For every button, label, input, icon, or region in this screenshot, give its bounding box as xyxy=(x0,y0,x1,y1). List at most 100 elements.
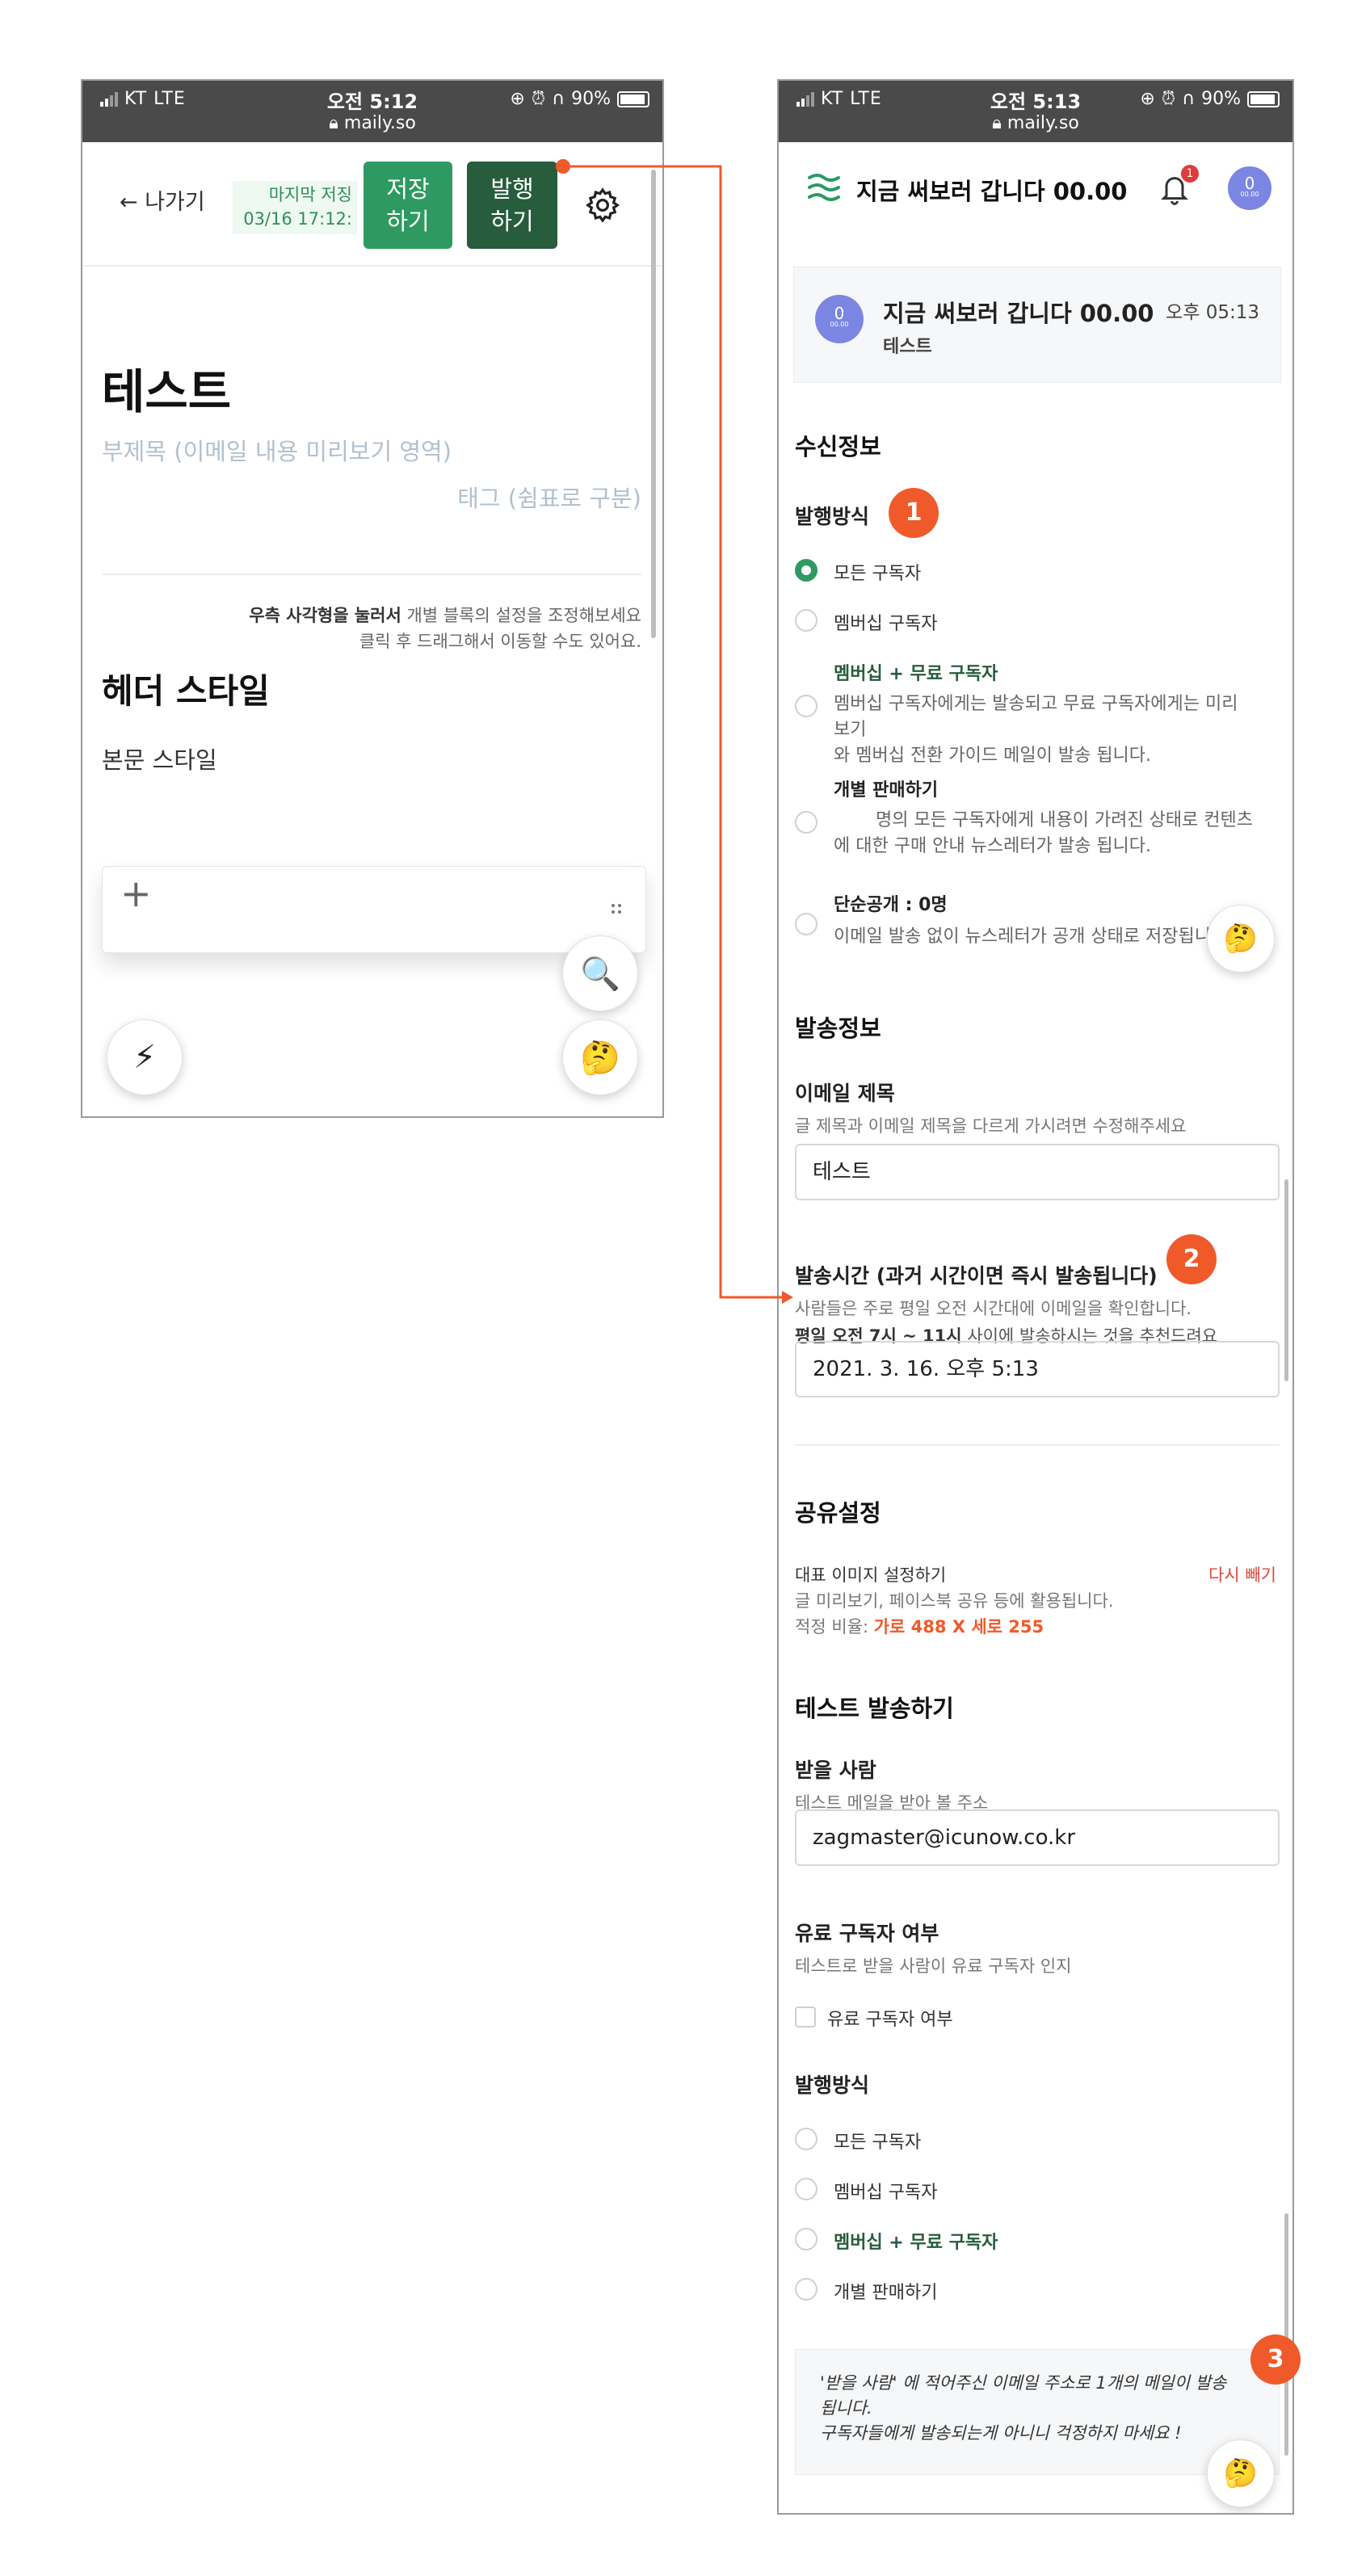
search-icon: 🔍 xyxy=(580,955,620,993)
notification-count-badge: 1 xyxy=(1181,165,1199,183)
send-time-desc: 사람들은 주로 평일 오전 시간대에 이메일을 확인합니다. xyxy=(795,1299,1192,1318)
help-fab[interactable]: 🤔 xyxy=(1207,2439,1275,2507)
last-saved-indicator: 마지막 저징 03/16 17:12: xyxy=(233,181,357,234)
test-send-section-title: 테스트 발송하기 xyxy=(795,1695,954,1722)
test-radio-membership[interactable] xyxy=(795,2178,817,2200)
gear-icon[interactable] xyxy=(583,186,622,225)
waves-logo-icon[interactable] xyxy=(806,171,842,204)
send-time-input[interactable]: 2021. 3. 16. 오후 5:13 xyxy=(795,1341,1280,1397)
test-radio-individual[interactable] xyxy=(795,2278,817,2301)
battery-icon xyxy=(617,90,649,107)
send-section-title: 발송정보 xyxy=(795,1015,881,1042)
recipient-section-title: 수신정보 xyxy=(795,433,881,460)
remove-image-link[interactable]: 다시 빼기 xyxy=(1208,1562,1276,1586)
alarm-icon: ⏰︎ xyxy=(531,89,545,109)
publish-method-label: 발행방식 xyxy=(795,505,870,528)
option-label[interactable]: 멤버십 + 무료 구독자 xyxy=(834,659,998,685)
headphones-icon: ∩ xyxy=(551,89,565,109)
editor-header: ← 나가기 마지막 저징 03/16 17:12: 저장 하기 발행 하기 xyxy=(82,144,662,267)
send-time-label: 발송시간 (과거 시간이면 즉시 발송됩니다) xyxy=(795,1264,1158,1288)
option-description: 이메일 발송 없이 뉴스레터가 공개 상태로 저장됩니 xyxy=(834,927,1212,947)
add-block-bar[interactable]: + xyxy=(102,866,646,953)
url-label: maily.so xyxy=(1007,113,1079,133)
radio-public-only[interactable] xyxy=(795,913,817,935)
scrollbar[interactable] xyxy=(1284,1179,1288,1381)
radio-membership-subscribers[interactable] xyxy=(795,609,817,632)
thinking-face-icon: 🤔 xyxy=(580,1039,620,1077)
email-subject-input[interactable]: 테스트 xyxy=(795,1144,1280,1200)
drag-handle-icon[interactable] xyxy=(610,902,623,915)
editor-hint-line2: 클릭 후 드래그해서 이동할 수도 있어요. xyxy=(359,632,641,651)
thinking-face-icon: 🤔 xyxy=(1223,922,1259,955)
option-description: 멤버십 구독자에게는 발송되고 무료 구독자에게는 미리보기 와 멤버십 전환 … xyxy=(834,694,1238,766)
lock-icon: 🔒︎ xyxy=(329,113,338,133)
right-phone-screen: KT LTE 오전 5:13 🔒︎ maily.so ⊕ ⏰︎ ∩ 90% 지금… xyxy=(777,79,1294,2515)
sender-name: 지금 써보러 갑니다 00.00 xyxy=(883,300,1154,327)
recipient-label: 받을 사람 xyxy=(795,1759,876,1782)
scrollbar[interactable] xyxy=(1284,2213,1288,2456)
option-description: 명의 모든 구독자에게 내용이 가려진 상태로 컨텐츠 에 대한 구매 안내 뉴… xyxy=(834,810,1254,856)
subtitle-input[interactable]: 부제목 (이메일 내용 미리보기 영역) xyxy=(102,433,452,467)
email-subject-label: 이메일 제목 xyxy=(795,1082,895,1105)
publish-button[interactable]: 발행 하기 xyxy=(467,162,557,249)
alarm-icon: ⏰︎ xyxy=(1161,89,1175,109)
battery-percent: 90% xyxy=(1201,89,1241,109)
radio-membership-free[interactable] xyxy=(795,695,817,717)
headphones-icon: ∩ xyxy=(1181,89,1196,109)
newsletter-name[interactable]: 지금 써보러 갑니다 00.00 xyxy=(856,173,1127,207)
annotation-badge-2: 2 xyxy=(1166,1234,1217,1284)
share-section-title: 공유설정 xyxy=(795,1499,881,1527)
test-radio-membership-free[interactable] xyxy=(795,2228,817,2250)
plus-icon[interactable]: + xyxy=(120,872,152,915)
test-method-label: 발행방식 xyxy=(795,2074,870,2097)
option-label[interactable]: 단순공개 : 0명 xyxy=(834,890,948,916)
radio-all-subscribers[interactable] xyxy=(795,559,817,582)
help-fab[interactable]: 🤔 xyxy=(562,1019,638,1095)
option-label[interactable]: 개별 판매하기 xyxy=(834,2278,937,2304)
cover-image-desc: 글 미리보기, 페이스북 공유 등에 활용됩니다. xyxy=(795,1591,1114,1611)
cover-image-label: 대표 이미지 설정하기 xyxy=(795,1565,947,1585)
doc-title[interactable]: 테스트 xyxy=(102,354,231,422)
paid-subscriber-checkbox[interactable] xyxy=(795,2007,816,2028)
test-send-note: '받을 사람' 에 적어주신 이메일 주소로 1개의 메일이 발송 됩니다. 구… xyxy=(795,2349,1280,2475)
header-style-block[interactable]: 헤더 스타일 xyxy=(102,664,270,713)
left-phone-screen: KT LTE 오전 5:12 🔒︎ maily.so ⊕ ⏰︎ ∩ 90% ← … xyxy=(81,79,664,1118)
save-button[interactable]: 저장 하기 xyxy=(364,162,452,249)
paid-subscriber-desc: 테스트로 받을 사람이 유료 구독자 인지 xyxy=(795,1956,1072,1976)
email-preview-card: 0 00.00 지금 써보러 갑니다 00.00 테스트 오후 05:13 xyxy=(793,267,1281,383)
option-label[interactable]: 멤버십 구독자 xyxy=(834,2178,937,2204)
lightning-icon: ⚡ xyxy=(132,1039,157,1076)
cover-image-ratio: 적정 비율: 가로 488 X 세로 255 xyxy=(795,1617,1044,1637)
paid-subscriber-label: 유료 구독자 여부 xyxy=(795,1922,939,1945)
battery-percent: 90% xyxy=(571,89,611,109)
bolt-fab[interactable]: ⚡ xyxy=(107,1019,183,1095)
option-label[interactable]: 개별 판매하기 xyxy=(834,775,938,801)
annotation-badge-1: 1 xyxy=(889,488,939,538)
help-fab[interactable]: 🤔 xyxy=(1207,905,1275,973)
body-style-block[interactable]: 본문 스타일 xyxy=(102,742,217,775)
avatar[interactable]: 0 00.00 xyxy=(1228,166,1271,210)
recipient-email-input[interactable]: zagmaster@icunow.co.kr xyxy=(795,1809,1280,1866)
radio-individual-sale[interactable] xyxy=(795,811,817,834)
option-label[interactable]: 모든 구독자 xyxy=(834,2128,921,2154)
avatar: 0 00.00 xyxy=(815,295,864,343)
search-fab[interactable]: 🔍 xyxy=(562,935,638,1011)
divider xyxy=(795,1444,1280,1446)
test-radio-all[interactable] xyxy=(795,2128,817,2150)
status-bar: KT LTE 오전 5:13 🔒︎ maily.so ⊕ ⏰︎ ∩ 90% xyxy=(779,81,1292,142)
lock-icon: 🔒︎ xyxy=(992,113,1002,133)
app-header: 지금 써보러 갑니다 00.00 1 0 00.00 xyxy=(779,144,1292,229)
divider xyxy=(102,574,641,575)
tags-input[interactable]: 태그 (쉼표로 구분) xyxy=(457,480,641,514)
send-time: 오후 05:13 xyxy=(1166,302,1259,323)
status-bar: KT LTE 오전 5:12 🔒︎ maily.so ⊕ ⏰︎ ∩ 90% xyxy=(82,81,662,142)
orientation-lock-icon: ⊕ xyxy=(1140,89,1155,109)
annotation-badge-3: 3 xyxy=(1250,2334,1301,2385)
option-label[interactable]: 멤버십 구독자 xyxy=(834,609,937,635)
editor-hint: 우측 사각형을 눌러서 개별 블록의 설정을 조정해보세요 xyxy=(249,606,641,625)
option-label[interactable]: 모든 구독자 xyxy=(834,559,921,585)
scrollbar[interactable] xyxy=(651,170,656,638)
option-label[interactable]: 멤버십 + 무료 구독자 xyxy=(834,2228,998,2254)
paid-subscriber-checkbox-label[interactable]: 유료 구독자 여부 xyxy=(827,2005,953,2031)
back-button[interactable]: ← 나가기 xyxy=(120,184,205,216)
